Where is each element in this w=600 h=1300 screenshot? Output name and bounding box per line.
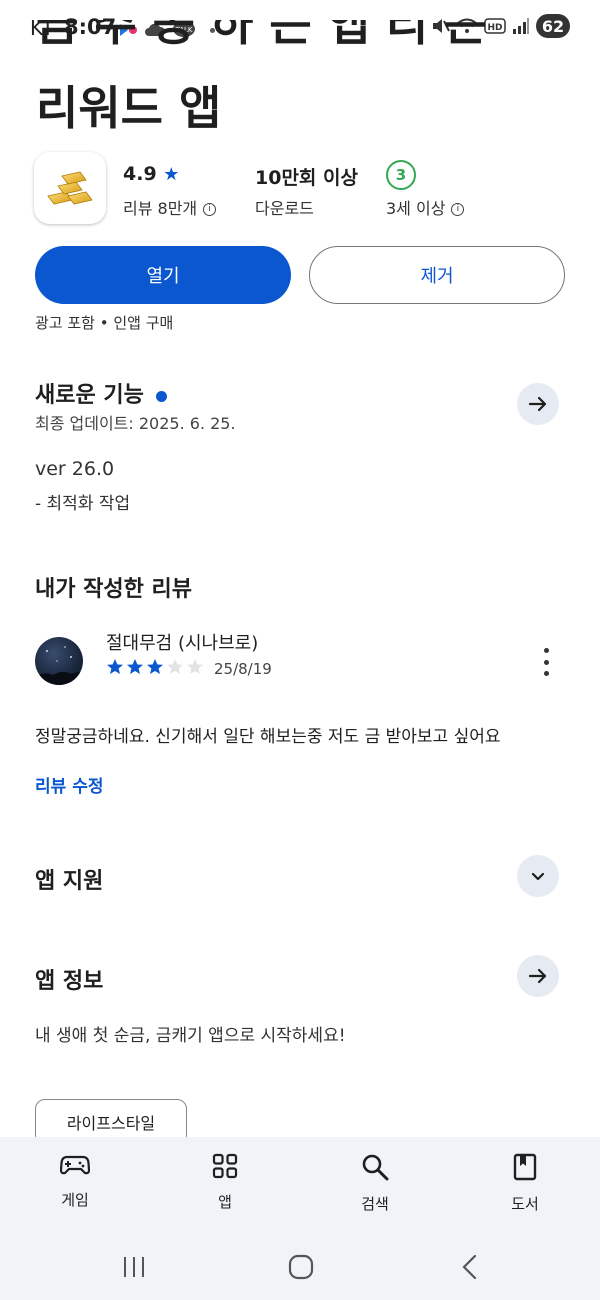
nav-books-label: 도서 [511,1195,539,1213]
nav-apps-label: 앱 [218,1193,232,1211]
reviews-count[interactable]: 리뷰 8만개 i [123,195,217,219]
review-more-button[interactable] [536,648,556,676]
system-navigation-bar [0,1249,600,1289]
apps-grid-icon [212,1153,238,1179]
info-icon: i [203,203,217,216]
nav-books[interactable]: 도서 [475,1153,575,1214]
star-empty-icon [167,659,183,674]
nav-search-label: 검색 [361,1195,389,1213]
app-title-line1-cut: 금 주 공 하 는 앱 리 는 [36,20,487,51]
ads-iap-note: 광고 포함 • 인앱 구매 [35,314,174,332]
battery-indicator: 62 [536,14,570,38]
gold-bars-icon [47,171,93,205]
age-rating-badge: 3 [386,160,416,190]
last-updated: 최종 업데이트: 2025. 6. 25. [35,414,236,433]
app-info-title: 앱 정보 [35,969,104,994]
app-support-title: 앱 지원 [35,869,104,894]
star-empty-icon [187,659,203,674]
info-icon: i [451,203,465,216]
svg-text:HD: HD [487,23,502,33]
arrow-right-icon [528,968,547,984]
rating-value: 4.9 [123,163,157,185]
release-notes: - 최적화 작업 [35,494,131,514]
star-filled-icon [107,659,123,674]
rating-star-icon: ★ [163,164,180,185]
rating-stat: 4.9 ★ [123,163,179,185]
edit-review-link[interactable]: 리뷰 수정 [35,772,103,797]
home-icon[interactable] [288,1254,314,1280]
arrow-right-icon [528,396,547,412]
version-text: ver 26.0 [35,458,115,480]
hd-voice-icon: HD [484,18,506,34]
app-title: 리워드 앱 [36,81,222,135]
chevron-down-icon [531,872,545,881]
bottom-navigation: 게임 앱 검색 도서 [0,1137,600,1300]
age-rating-label[interactable]: 3세 이상 i [386,195,465,219]
new-indicator-dot [155,390,167,402]
review-star-rating [106,658,204,675]
app-info-arrow-button[interactable] [517,955,559,997]
review-date: 25/8/19 [214,660,272,678]
avatar [35,637,83,685]
signal-icon [513,18,529,34]
review-author: 절대무검 (시나브로) [106,633,259,654]
downloads-label: 다운로드 [255,199,314,218]
search-icon [362,1154,389,1181]
open-button[interactable]: 열기 [35,246,291,304]
app-description: 내 생애 첫 순금, 금캐기 앱으로 시작하세요! [35,1026,346,1046]
nav-search[interactable]: 검색 [325,1153,425,1214]
whats-new-arrow-button[interactable] [517,383,559,425]
downloads-value: 10만회 이상 [255,167,358,189]
app-icon [34,152,106,224]
my-review-title: 내가 작성한 리뷰 [35,577,192,602]
back-icon[interactable] [458,1254,482,1280]
star-filled-icon [127,659,143,674]
nav-apps[interactable]: 앱 [175,1153,275,1212]
review-text: 정말궁금하네요. 신기해서 일단 해보는중 저도 금 받아보고 싶어요 [35,727,501,747]
whats-new-title: 새로운 기능 [35,377,167,409]
gamepad-icon [60,1155,90,1175]
nav-games-label: 게임 [61,1191,89,1209]
book-icon [513,1153,537,1181]
nav-games[interactable]: 게임 [25,1153,125,1210]
app-support-expand-button[interactable] [517,855,559,897]
recent-apps-icon[interactable] [121,1254,147,1280]
star-filled-icon [147,659,163,674]
uninstall-button[interactable]: 제거 [309,246,565,304]
